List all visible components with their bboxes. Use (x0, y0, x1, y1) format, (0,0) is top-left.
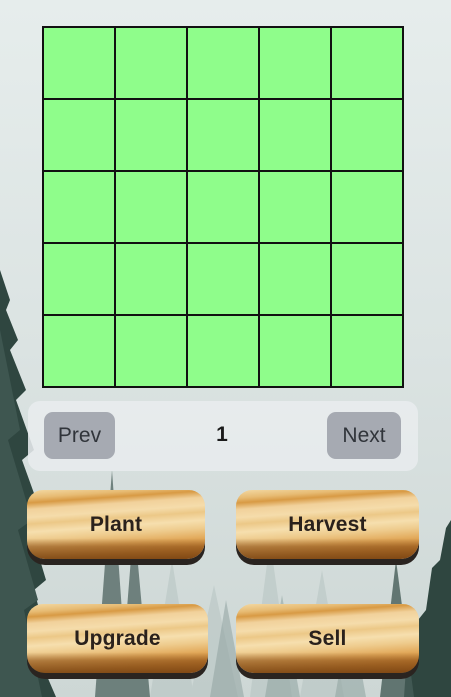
farm-plot[interactable] (331, 171, 403, 243)
page-navigator: Prev 1 Next (28, 401, 418, 471)
prev-page-label: Prev (57, 423, 102, 447)
page-number: 1 (216, 423, 228, 446)
next-page-label: Next (342, 423, 386, 447)
farm-plot[interactable] (259, 315, 331, 387)
farm-plot[interactable] (43, 171, 115, 243)
harvest-label: Harvest (288, 512, 367, 536)
harvest-button[interactable]: Harvest (236, 490, 419, 559)
farm-plot[interactable] (259, 27, 331, 99)
farm-plot[interactable] (43, 243, 115, 315)
upgrade-button[interactable]: Upgrade (27, 604, 208, 673)
prev-page-button[interactable]: Prev (44, 412, 115, 459)
farm-plot[interactable] (259, 243, 331, 315)
farm-plot[interactable] (331, 99, 403, 171)
farm-plot[interactable] (331, 243, 403, 315)
farm-plot[interactable] (187, 243, 259, 315)
farm-plot[interactable] (259, 99, 331, 171)
upgrade-label: Upgrade (74, 626, 161, 650)
next-page-button[interactable]: Next (327, 412, 401, 459)
farm-plot[interactable] (115, 99, 187, 171)
farm-plot[interactable] (259, 171, 331, 243)
farm-plot[interactable] (43, 315, 115, 387)
farm-plot[interactable] (187, 27, 259, 99)
farm-plot[interactable] (115, 243, 187, 315)
sell-label: Sell (308, 626, 347, 650)
farm-plot[interactable] (115, 171, 187, 243)
farm-plot[interactable] (331, 315, 403, 387)
farm-plot[interactable] (187, 99, 259, 171)
plant-button[interactable]: Plant (27, 490, 205, 559)
farm-grid (42, 26, 404, 388)
farm-plot[interactable] (115, 27, 187, 99)
farm-plot[interactable] (331, 27, 403, 99)
farm-plot[interactable] (187, 315, 259, 387)
farm-plot[interactable] (115, 315, 187, 387)
farm-plot[interactable] (187, 171, 259, 243)
farm-plot[interactable] (43, 27, 115, 99)
farm-plot[interactable] (43, 99, 115, 171)
plant-label: Plant (89, 512, 143, 536)
sell-button[interactable]: Sell (236, 604, 419, 673)
